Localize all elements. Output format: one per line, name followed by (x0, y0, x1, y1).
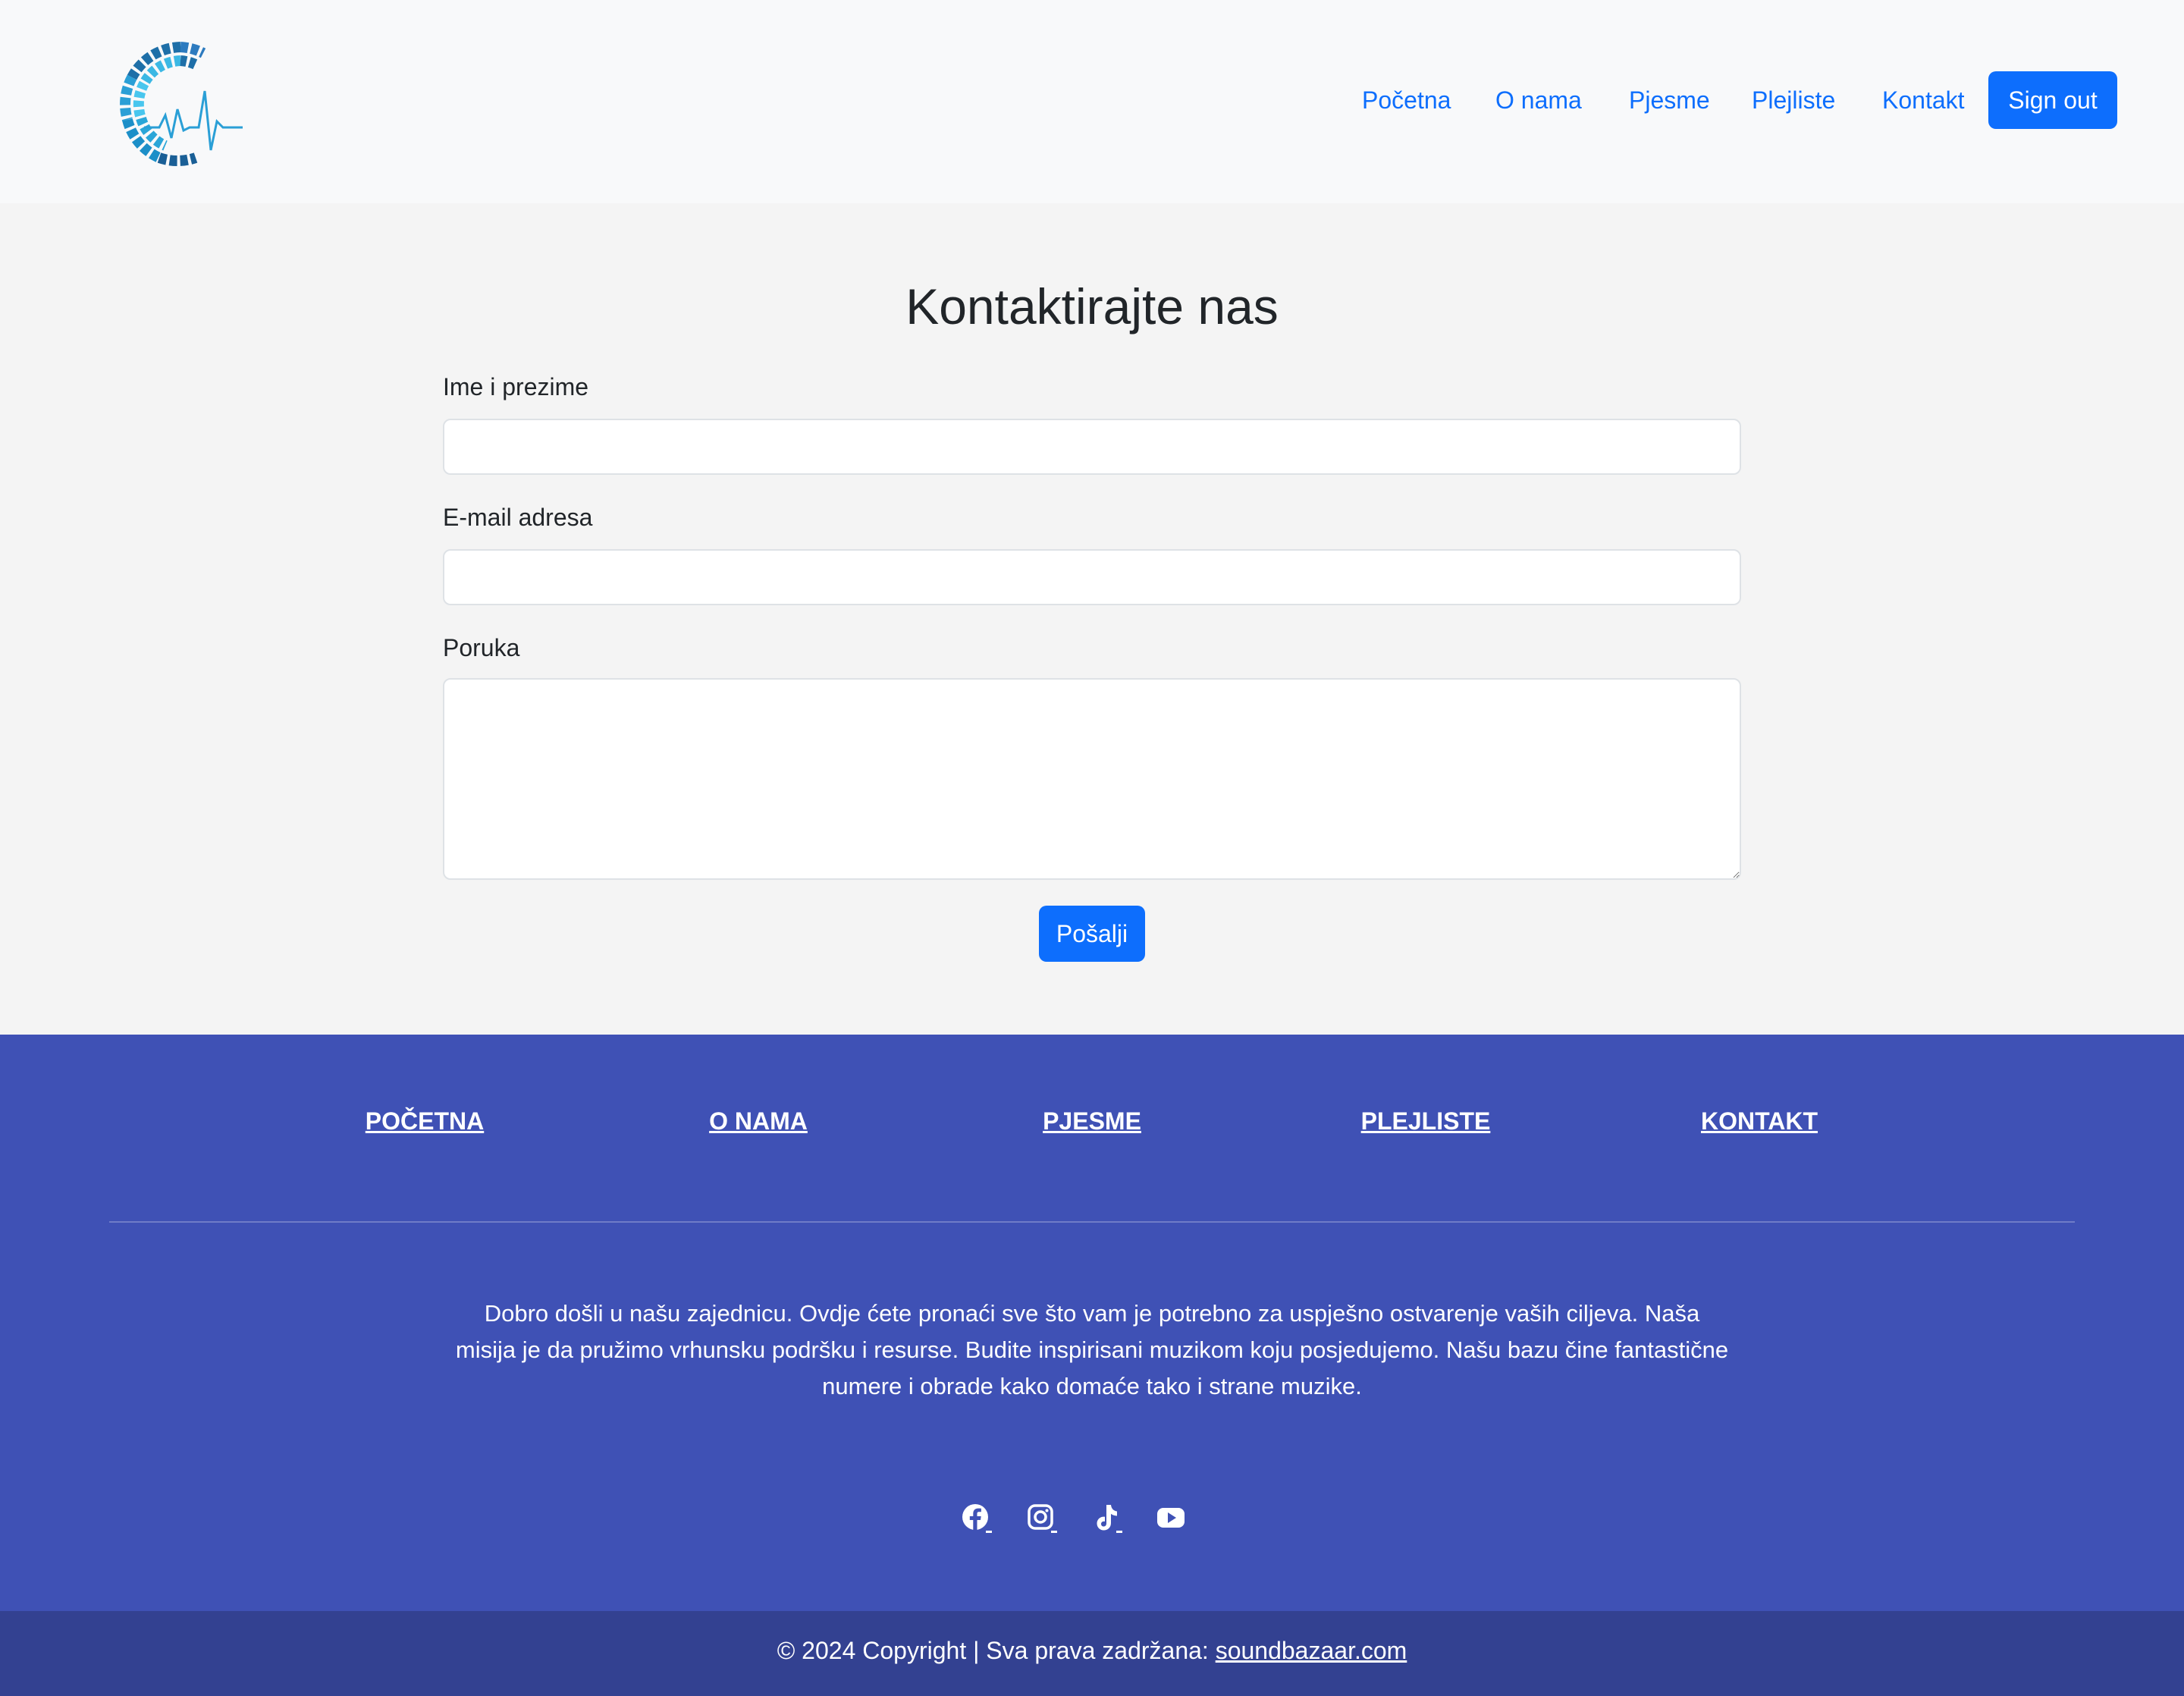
footer-link-pjesme[interactable]: PJESME (1043, 1107, 1141, 1135)
footer-link-o-nama[interactable]: O NAMA (709, 1107, 808, 1135)
nav-link-kontakt[interactable]: Kontakt (1882, 86, 1965, 115)
logo-mark-icon (120, 42, 243, 166)
nav-link-o-nama[interactable]: O nama (1495, 86, 1582, 115)
navbar: Početna O nama Pjesme Plejliste Kontakt … (0, 0, 2184, 203)
submit-button[interactable]: Pošalji (1039, 906, 1145, 962)
message-label: Poruka (443, 634, 520, 661)
contact-section: Kontaktirajte nas Ime i prezime E-mail a… (0, 203, 2184, 1035)
copyright-text: © 2024 Copyright | Sva prava zadržana: (777, 1637, 1216, 1664)
nav-link-plejliste[interactable]: Plejliste (1752, 86, 1835, 115)
social-links (0, 1502, 2184, 1540)
email-field[interactable] (443, 549, 1741, 605)
message-field[interactable] (443, 678, 1741, 880)
instagram-icon[interactable] (1025, 1502, 1059, 1535)
footer-link-kontakt[interactable]: KONTAKT (1701, 1107, 1818, 1135)
copyright-bar: © 2024 Copyright | Sva prava zadržana: s… (0, 1611, 2184, 1696)
nav-link-pocetna[interactable]: Početna (1362, 86, 1451, 115)
copyright: © 2024 Copyright | Sva prava zadržana: s… (0, 1637, 2184, 1665)
footer-description: Dobro došli u našu zajednicu. Ovdje ćete… (455, 1300, 1729, 1399)
footer-link-pocetna[interactable]: POČETNA (366, 1107, 484, 1135)
nav-link-pjesme[interactable]: Pjesme (1629, 86, 1710, 115)
footer-link-plejliste[interactable]: PLEJLISTE (1361, 1107, 1491, 1135)
logo[interactable] (114, 36, 247, 170)
name-field[interactable] (443, 419, 1741, 475)
email-label: E-mail adresa (443, 504, 593, 531)
tiktok-icon[interactable] (1090, 1502, 1124, 1535)
sign-out-button[interactable]: Sign out (1988, 71, 2117, 129)
footer: POČETNA O NAMA PJESME PLEJLISTE KONTAKT … (0, 1035, 2184, 1611)
name-label: Ime i prezime (443, 373, 589, 400)
copyright-site-link[interactable]: soundbazaar.com (1216, 1637, 1407, 1664)
page-title: Kontaktirajte nas (905, 278, 1279, 334)
facebook-icon[interactable] (960, 1502, 993, 1535)
footer-divider (109, 1221, 2075, 1223)
youtube-icon[interactable] (1156, 1502, 1189, 1535)
